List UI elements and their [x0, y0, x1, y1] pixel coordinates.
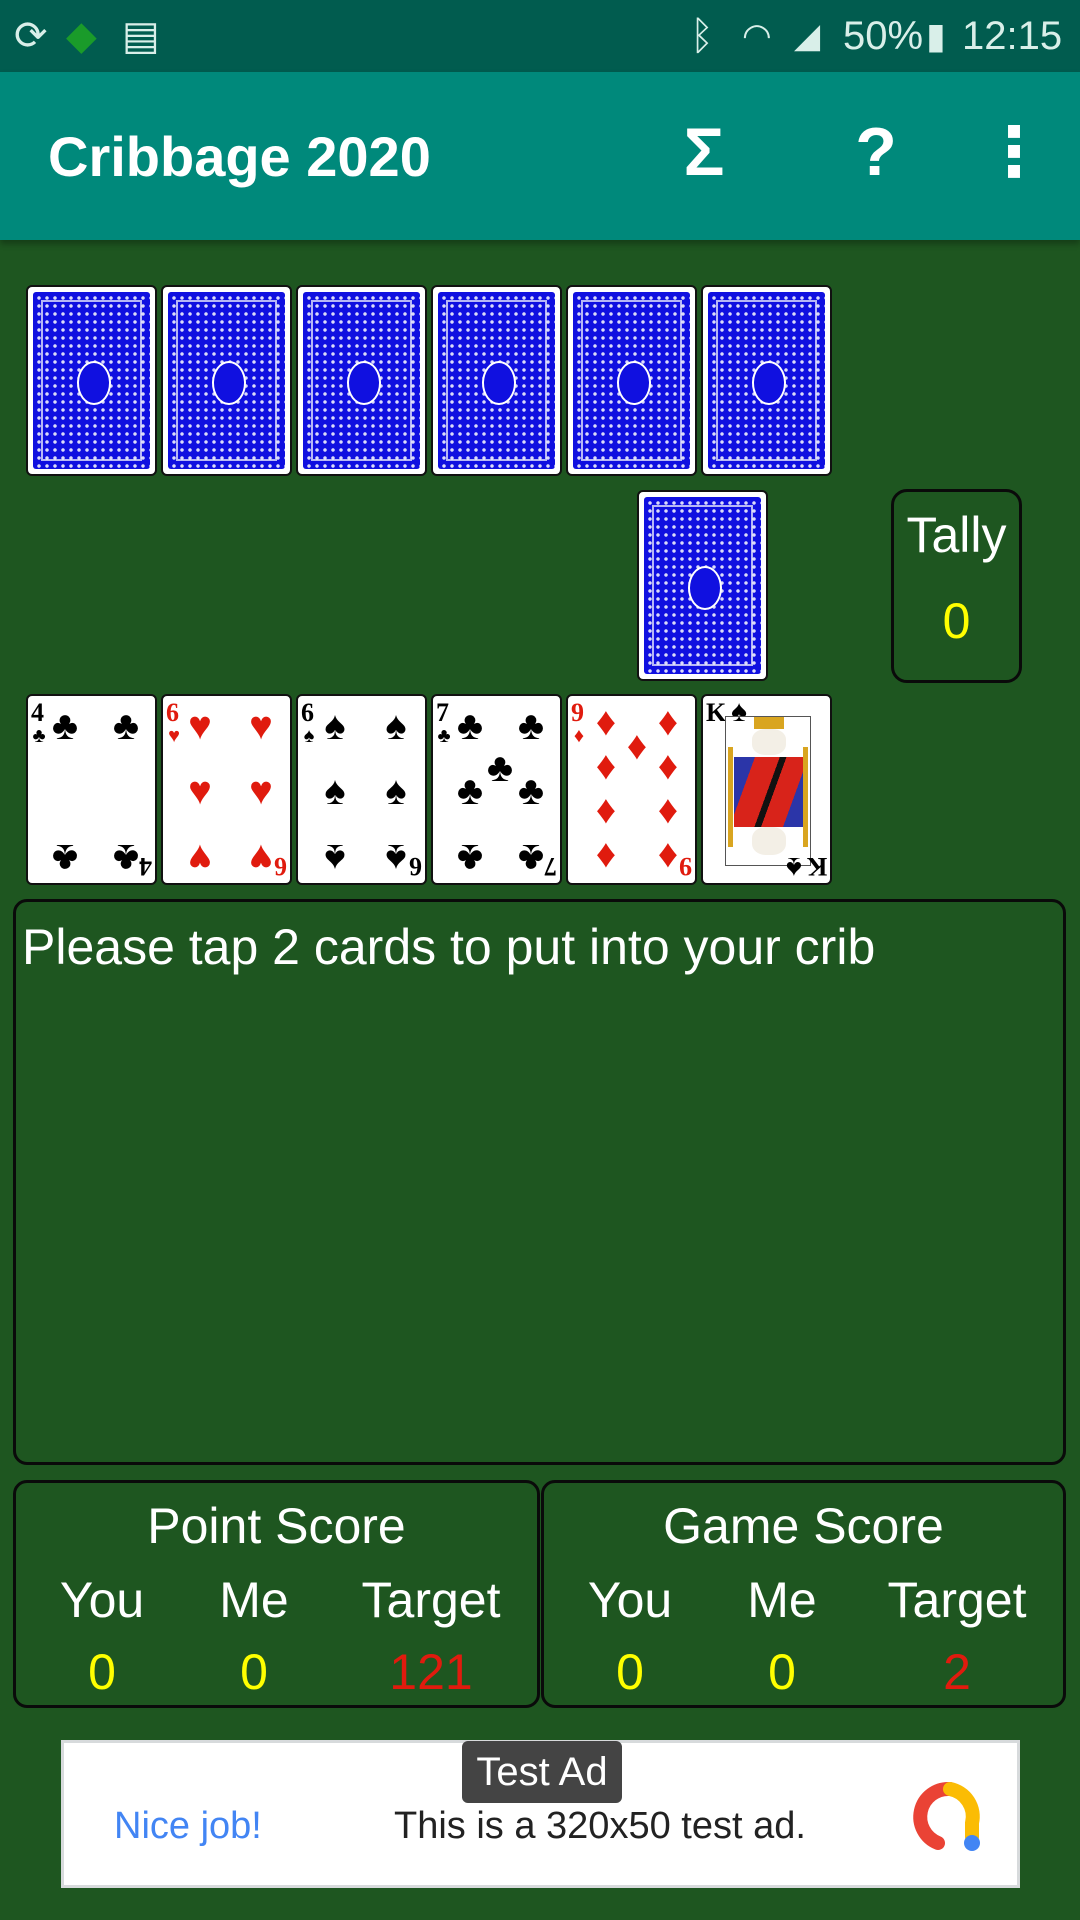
instruction-message: Please tap 2 cards to put into your crib [22, 919, 876, 975]
card-rank: 9 [679, 852, 692, 881]
ad-banner[interactable]: Test Ad Nice job! This is a 320x50 test … [61, 1740, 1020, 1888]
diamonds-icon: ♦ [595, 832, 617, 876]
hand-card-9-diamonds[interactable]: 9 ♦ ♦ ♦ ♦ ♦ ♦ ♦ ♦ ♦ ♦ 9 [566, 694, 697, 885]
hearts-icon: ♥ [188, 769, 212, 813]
game-score-panel: Game Score You 0 Me 0 Target 2 [541, 1480, 1066, 1708]
column-value: 0 [240, 1644, 268, 1700]
card-rank: K [806, 852, 827, 881]
point-score-title: Point Score [147, 1498, 406, 1554]
column-label: You [587, 1572, 673, 1628]
app-bar: Cribbage 2020 Σ ? ⋮ [0, 72, 1080, 240]
battery-icon: ▮ [926, 15, 946, 56]
opponent-card-back [431, 285, 562, 476]
point-score-panel: Point Score You 0 Me 0 Target 121 [13, 1480, 540, 1708]
ad-headline[interactable]: Nice job! [114, 1805, 262, 1848]
card-rank: 7 [544, 852, 557, 881]
tally-value: 0 [942, 593, 971, 649]
hand-card-4-clubs[interactable]: 4 ♣ ♣ ♣ ♣ ♣ 4 [26, 694, 157, 885]
app-title: Cribbage 2020 [48, 125, 431, 188]
card-rank: K [706, 698, 727, 727]
column-label: Target [887, 1572, 1027, 1628]
diamonds-icon: ♦ [657, 744, 679, 788]
clubs-icon: ♣ [517, 704, 545, 748]
hearts-icon: ♥ [249, 704, 273, 748]
bluetooth-icon: ᛒ [690, 14, 714, 58]
news-icon: ▤ [122, 14, 160, 58]
column-value: 2 [943, 1644, 971, 1700]
card-rank: 9 [571, 698, 584, 727]
clubs-icon: ♣ [456, 836, 484, 880]
more-options-icon[interactable]: ⋮ [974, 112, 1054, 192]
column-label: Me [219, 1572, 289, 1628]
column-label: Target [361, 1572, 501, 1628]
card-rank: 6 [301, 698, 314, 727]
clubs-icon: ♣ [517, 769, 545, 813]
spades-icon: ♠ [385, 769, 407, 813]
signal-icon: ◢ [794, 17, 821, 55]
statistics-sigma-icon[interactable]: Σ [664, 112, 744, 192]
card-rank: 6 [409, 852, 422, 881]
clubs-icon: ♣ [456, 704, 484, 748]
message-box: Please tap 2 cards to put into your crib [13, 899, 1066, 1465]
card-rank: 4 [31, 698, 44, 727]
spades-icon: ♠ [786, 851, 802, 884]
starter-card-deck [637, 490, 768, 681]
hand-card-7-clubs[interactable]: 7 ♣ ♣ ♣ ♣ ♣ ♣ ♣ ♣ 7 [431, 694, 562, 885]
sync-icon: ⟳ [14, 14, 48, 58]
spades-icon: ♠ [324, 836, 346, 880]
king-portrait-icon [725, 716, 811, 866]
ad-body[interactable]: This is a 320x50 test ad. [394, 1805, 806, 1848]
clubs-icon: ♣ [456, 769, 484, 813]
opponent-card-back [296, 285, 427, 476]
australia-map-icon: ◆ [66, 14, 97, 58]
column-value: 0 [616, 1644, 644, 1700]
opponent-card-back [701, 285, 832, 476]
column-value: 0 [88, 1644, 116, 1700]
opponent-card-back [161, 285, 292, 476]
hearts-icon: ♥ [249, 769, 273, 813]
column-value: 0 [768, 1644, 796, 1700]
hearts-icon: ♥ [188, 836, 212, 880]
spades-icon: ♠ [324, 769, 346, 813]
hand-card-6-spades[interactable]: 6 ♠ ♠ ♠ ♠ ♠ ♠ ♠ 6 [296, 694, 427, 885]
card-rank: 7 [436, 698, 449, 727]
hearts-icon: ♥ [188, 704, 212, 748]
opponent-card-back [566, 285, 697, 476]
battery-level: 50% [843, 14, 924, 58]
card-rank: 6 [166, 698, 179, 727]
clubs-icon: ♣ [51, 704, 79, 748]
spades-icon: ♠ [324, 704, 346, 748]
diamonds-icon: ♦ [595, 744, 617, 788]
column-label: Me [747, 1572, 817, 1628]
column-value: 121 [389, 1644, 473, 1700]
clubs-icon: ♣ [51, 836, 79, 880]
admob-logo-icon [913, 1781, 980, 1851]
spades-icon: ♠ [385, 704, 407, 748]
clubs-icon: ♣ [112, 704, 140, 748]
help-icon[interactable]: ? [836, 112, 916, 192]
hand-card-k-spades[interactable]: K ♠ ♠ K [701, 694, 832, 885]
column-label: You [59, 1572, 145, 1628]
test-ad-badge: Test Ad [462, 1741, 622, 1803]
card-rank: 6 [274, 852, 287, 881]
opponent-card-back [26, 285, 157, 476]
diamonds-icon: ♦ [595, 788, 617, 832]
wifi-icon: ◠ [742, 17, 772, 55]
tally-label: Tally [906, 507, 1007, 563]
card-rank: 4 [139, 852, 152, 881]
diamonds-icon: ♦ [657, 788, 679, 832]
clock: 12:15 [962, 14, 1063, 58]
game-score-title: Game Score [663, 1498, 944, 1554]
hand-card-6-hearts[interactable]: 6 ♥ ♥ ♥ ♥ ♥ ♥ ♥ 6 [161, 694, 292, 885]
status-bar: ⟳ ◆ ▤ ᛒ ◠ ◢ 50% ▮ 12:15 [0, 0, 1080, 72]
tally-box: Tally 0 [891, 489, 1022, 683]
diamonds-icon: ♦ [573, 725, 585, 747]
